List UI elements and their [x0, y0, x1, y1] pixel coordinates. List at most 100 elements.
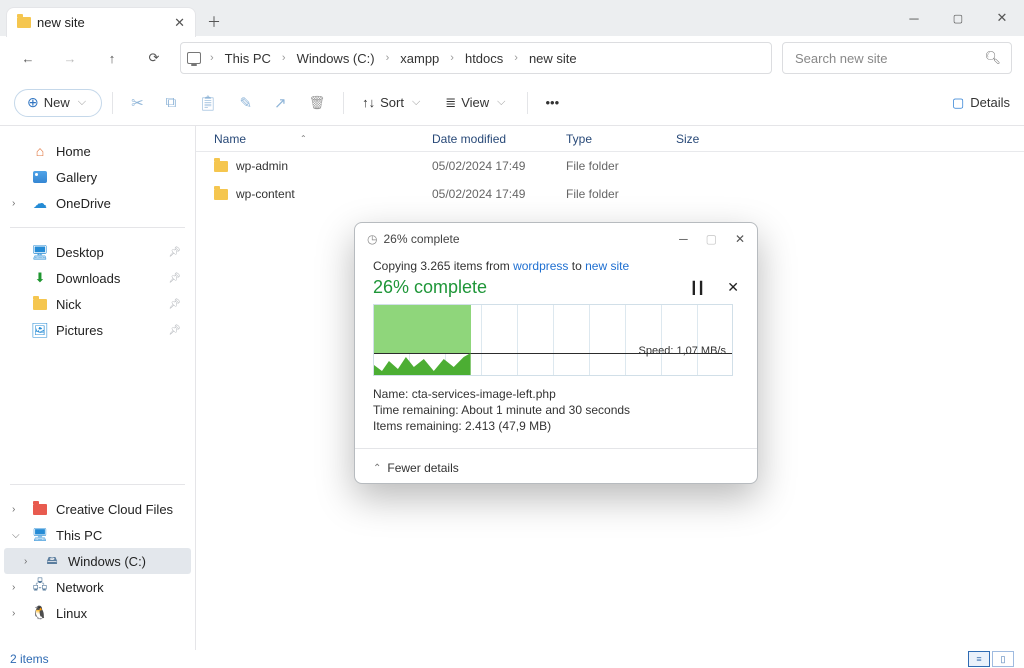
sidebar-item-pictures[interactable]: 🖼︎Pictures📌︎ — [4, 317, 191, 343]
chevron-right-icon[interactable]: › — [511, 52, 521, 64]
copy-items-row: Items remaining: 2.413 (47,9 MB) — [373, 418, 739, 434]
toolbar: ⊕ New ⌵ ✂ ⧉ 📋︎ ✎ ↗ 🗑︎ ↑↓ Sort ⌵ ≣ View ⌵… — [0, 80, 1024, 126]
search-input[interactable] — [793, 50, 984, 67]
dialog-close-button[interactable]: ✕ — [735, 232, 745, 246]
sidebar-item-network[interactable]: ›🖧Network — [4, 574, 191, 600]
dest-link[interactable]: new site — [585, 259, 629, 273]
progress-fill — [374, 305, 471, 353]
new-button[interactable]: ⊕ New ⌵ — [14, 89, 102, 117]
pin-icon: 📌︎ — [168, 325, 181, 336]
details-button[interactable]: ▢ Details — [952, 95, 1010, 111]
onedrive-icon: ☁ — [32, 195, 48, 212]
breadcrumb[interactable]: htdocs — [461, 51, 507, 66]
item-count: 2 items — [10, 652, 49, 666]
sidebar-item-linux[interactable]: ›🐧Linux — [4, 600, 191, 626]
back-button[interactable]: ← — [12, 42, 44, 74]
copy-icon: ⧉ — [166, 94, 177, 111]
delete-button[interactable]: 🗑︎ — [301, 88, 334, 118]
file-row[interactable]: wp-content 05/02/2024 17:49 File folder — [196, 180, 1024, 208]
paste-icon: 📋︎ — [198, 94, 217, 112]
folder-icon — [214, 189, 228, 200]
details-label: Details — [970, 95, 1010, 110]
expand-icon[interactable]: › — [12, 504, 24, 515]
search-icon: 🔍︎ — [984, 50, 1001, 66]
fewer-details-button[interactable]: ⌃ Fewer details — [355, 449, 757, 487]
file-name: wp-admin — [236, 159, 288, 173]
new-tab-button[interactable]: ＋ — [200, 8, 228, 36]
chevron-up-icon: ⌃ — [373, 463, 381, 474]
view-icon: ≣ — [445, 95, 456, 111]
dialog-titlebar[interactable]: ◷ 26% complete ─ ▢ ✕ — [355, 223, 757, 255]
view-large-button[interactable]: ▯ — [992, 651, 1014, 667]
expand-icon[interactable]: › — [12, 198, 24, 209]
close-window-button[interactable]: ✕ — [980, 0, 1024, 36]
up-button[interactable]: ↑ — [96, 42, 128, 74]
pc-icon: 🖥︎ — [32, 527, 48, 543]
maximize-button[interactable]: ▢ — [936, 0, 980, 36]
sidebar-item-thispc[interactable]: ⌵🖥︎This PC — [4, 522, 191, 548]
sidebar-item-onedrive[interactable]: ›☁OneDrive — [4, 190, 191, 216]
breadcrumb[interactable]: This PC — [221, 51, 275, 66]
rename-button[interactable]: ✎ — [231, 88, 260, 118]
collapse-icon[interactable]: ⌵ — [12, 530, 24, 541]
separator — [112, 92, 113, 114]
expand-icon[interactable]: › — [12, 608, 24, 619]
column-name[interactable]: Name⌃ — [196, 132, 422, 146]
breadcrumb[interactable]: xampp — [396, 51, 443, 66]
cut-button[interactable]: ✂ — [123, 88, 152, 118]
tab-new-site[interactable]: new site ✕ — [6, 7, 196, 37]
folder-icon — [33, 299, 47, 310]
sidebar-item-creative[interactable]: ›Creative Cloud Files — [4, 496, 191, 522]
refresh-button[interactable]: ⟳ — [138, 42, 170, 74]
file-date: 05/02/2024 17:49 — [422, 187, 556, 201]
search-box[interactable]: 🔍︎ — [782, 42, 1012, 74]
breadcrumb[interactable]: Windows (C:) — [293, 51, 379, 66]
pc-icon — [187, 52, 201, 64]
sidebar-item-downloads[interactable]: ⬇Downloads📌︎ — [4, 265, 191, 291]
copy-button[interactable]: ⧉ — [158, 88, 185, 118]
dialog-title: 26% complete — [383, 232, 459, 246]
copy-name-row: Name: cta-services-image-left.php — [373, 386, 739, 402]
more-button[interactable]: ••• — [538, 88, 568, 118]
trash-icon: 🗑︎ — [309, 95, 326, 111]
cancel-button[interactable]: ✕ — [727, 279, 739, 296]
expand-icon[interactable]: › — [12, 582, 24, 593]
chevron-right-icon[interactable]: › — [207, 52, 217, 64]
drive-icon: 🖴 — [44, 552, 60, 571]
chevron-right-icon[interactable]: › — [279, 52, 289, 64]
column-date[interactable]: Date modified — [422, 132, 556, 146]
pause-button[interactable]: ▎▎ — [693, 281, 707, 295]
dialog-maximize-button[interactable]: ▢ — [706, 232, 717, 246]
sidebar-item-gallery[interactable]: Gallery — [4, 164, 191, 190]
share-button[interactable]: ↗ — [266, 88, 295, 118]
breadcrumb[interactable]: new site — [525, 51, 581, 66]
column-size[interactable]: Size — [666, 132, 746, 146]
address-bar[interactable]: › This PC › Windows (C:) › xampp › htdoc… — [180, 42, 772, 74]
sort-label: Sort — [380, 95, 404, 110]
sidebar-item-nick[interactable]: Nick📌︎ — [4, 291, 191, 317]
source-link[interactable]: wordpress — [513, 259, 568, 273]
chevron-right-icon[interactable]: › — [447, 52, 457, 64]
expand-icon[interactable]: › — [24, 556, 36, 567]
separator — [10, 484, 185, 485]
view-button[interactable]: ≣ View ⌵ — [437, 88, 516, 118]
network-icon: 🖧 — [32, 576, 48, 598]
close-tab-icon[interactable]: ✕ — [174, 15, 185, 31]
paste-button[interactable]: 📋︎ — [190, 88, 225, 118]
file-row[interactable]: wp-admin 05/02/2024 17:49 File folder — [196, 152, 1024, 180]
sidebar-item-home[interactable]: ⌂Home — [4, 138, 191, 164]
view-details-button[interactable]: ≡ — [968, 651, 990, 667]
sort-button[interactable]: ↑↓ Sort ⌵ — [354, 88, 431, 118]
details-icon: ▢ — [952, 95, 964, 111]
forward-button[interactable]: → — [54, 42, 86, 74]
sort-indicator-icon: ⌃ — [250, 134, 307, 143]
dialog-minimize-button[interactable]: ─ — [679, 232, 688, 246]
chevron-right-icon[interactable]: › — [383, 52, 393, 64]
sidebar-item-desktop[interactable]: 🖥︎Desktop📌︎ — [4, 239, 191, 265]
column-type[interactable]: Type — [556, 132, 666, 146]
downloads-icon: ⬇ — [32, 270, 48, 286]
speed-graph: Speed: 1,07 MB/s — [373, 304, 733, 376]
clock-icon: ◷ — [367, 232, 377, 246]
minimize-button[interactable]: ─ — [892, 0, 936, 36]
sidebar-item-drive-c[interactable]: ›🖴Windows (C:) — [4, 548, 191, 574]
